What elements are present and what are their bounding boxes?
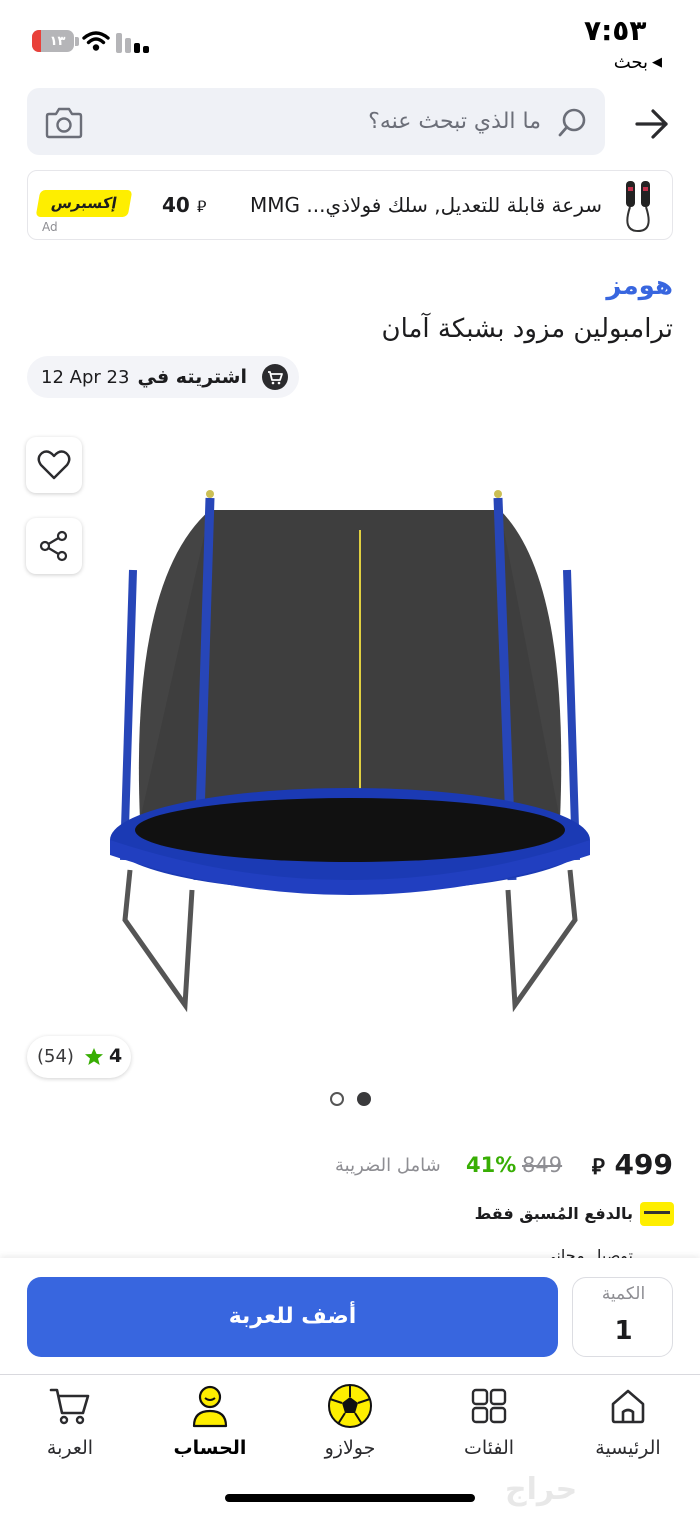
tab-cart-label: العربة <box>46 1437 94 1459</box>
back-triangle-icon: ◀ <box>652 55 662 70</box>
tab-home[interactable]: الرئيسية <box>558 1375 698 1465</box>
search-input[interactable]: ما الذي تبحث عنه؟ <box>368 109 541 134</box>
ad-currency: ⃁ <box>196 197 207 216</box>
credit-card-icon <box>640 1202 674 1226</box>
search-bar[interactable]: ما الذي تبحث عنه؟ <box>27 88 605 155</box>
cart-icon <box>49 1388 90 1425</box>
discount-badge: 41% <box>466 1153 517 1177</box>
price-value: 499 <box>614 1148 673 1181</box>
current-price: ⃁ 499 <box>592 1148 673 1181</box>
home-indicator[interactable] <box>225 1494 475 1502</box>
prepaid-note: بالدفع المُسبق فقط <box>474 1204 633 1223</box>
signal-icon <box>116 33 149 53</box>
old-price: 849 <box>522 1153 563 1177</box>
tax-note: شامل الضريبة <box>335 1155 441 1176</box>
home-icon <box>611 1389 645 1424</box>
share-button[interactable] <box>26 518 82 574</box>
wifi-icon <box>82 31 110 51</box>
tab-account[interactable]: الحساب <box>140 1375 280 1465</box>
product-title: ترامبولين مزود بشبكة آمان <box>381 314 673 344</box>
ad-price: 40 ⃁ <box>162 193 206 217</box>
grid-icon <box>471 1388 507 1424</box>
sponsored-ad-banner[interactable]: سرعة قابلة للتعديل, سلك فولاذي... MMG 40… <box>27 170 673 240</box>
tab-goalazo-label: جولازو <box>324 1437 376 1459</box>
rating-value: 4 <box>109 1045 123 1067</box>
brand-link[interactable]: هومز <box>606 271 673 301</box>
football-icon <box>328 1384 372 1428</box>
ad-label: Ad <box>42 220 58 234</box>
tab-categories-label: الفئات <box>463 1437 515 1459</box>
share-icon <box>39 530 68 562</box>
express-badge: إكسبرس <box>35 190 133 217</box>
account-icon <box>192 1385 228 1428</box>
status-time: ٧:٥٣ <box>584 14 647 47</box>
price-currency: ⃁ <box>591 1155 605 1180</box>
quantity-label: الكمية <box>601 1284 646 1304</box>
tab-home-label: الرئيسية <box>595 1437 661 1459</box>
tab-categories[interactable]: الفئات <box>419 1375 559 1465</box>
tab-account-label: الحساب <box>173 1437 247 1459</box>
star-icon <box>85 1048 103 1065</box>
jump-rope-thumbnail <box>626 181 650 233</box>
wishlist-button[interactable] <box>26 437 82 493</box>
bought-label: اشتريته في <box>137 366 247 388</box>
add-to-cart-button[interactable]: أضف للعربة <box>27 1277 558 1357</box>
back-to-app[interactable]: بحث ◀ <box>614 52 662 73</box>
product-image[interactable] <box>100 480 600 1020</box>
bought-before-chip: اشتريته في 12 Apr 23 <box>27 356 299 398</box>
ad-title[interactable]: سرعة قابلة للتعديل, سلك فولاذي... MMG <box>250 193 602 217</box>
rating-count: (54) <box>37 1046 74 1067</box>
quantity-value[interactable]: 1 <box>573 1316 674 1346</box>
heart-icon <box>37 450 71 480</box>
search-icon <box>558 108 586 137</box>
tab-cart[interactable]: العربة <box>0 1375 140 1465</box>
rating-chip[interactable]: (54) 4 <box>27 1036 131 1078</box>
camera-icon[interactable] <box>45 105 83 139</box>
battery-icon: ١٣ <box>32 30 74 52</box>
back-app-label: بحث <box>613 52 648 73</box>
quantity-selector[interactable]: الكمية 1 <box>572 1277 673 1357</box>
cart-check-icon <box>262 364 288 390</box>
carousel-dot-active[interactable] <box>357 1092 371 1106</box>
battery-tip <box>75 37 79 46</box>
battery-level: ١٣ <box>49 33 66 49</box>
tab-goalazo[interactable]: جولازو <box>280 1375 420 1465</box>
carousel-dot[interactable] <box>330 1092 344 1106</box>
back-arrow-icon[interactable] <box>632 104 672 144</box>
haraj-watermark: حراج <box>505 1472 578 1507</box>
delivery-note: توصيل مجاني <box>543 1246 633 1258</box>
bought-date: 12 Apr 23 <box>41 367 130 388</box>
ad-price-value: 40 <box>162 193 190 217</box>
